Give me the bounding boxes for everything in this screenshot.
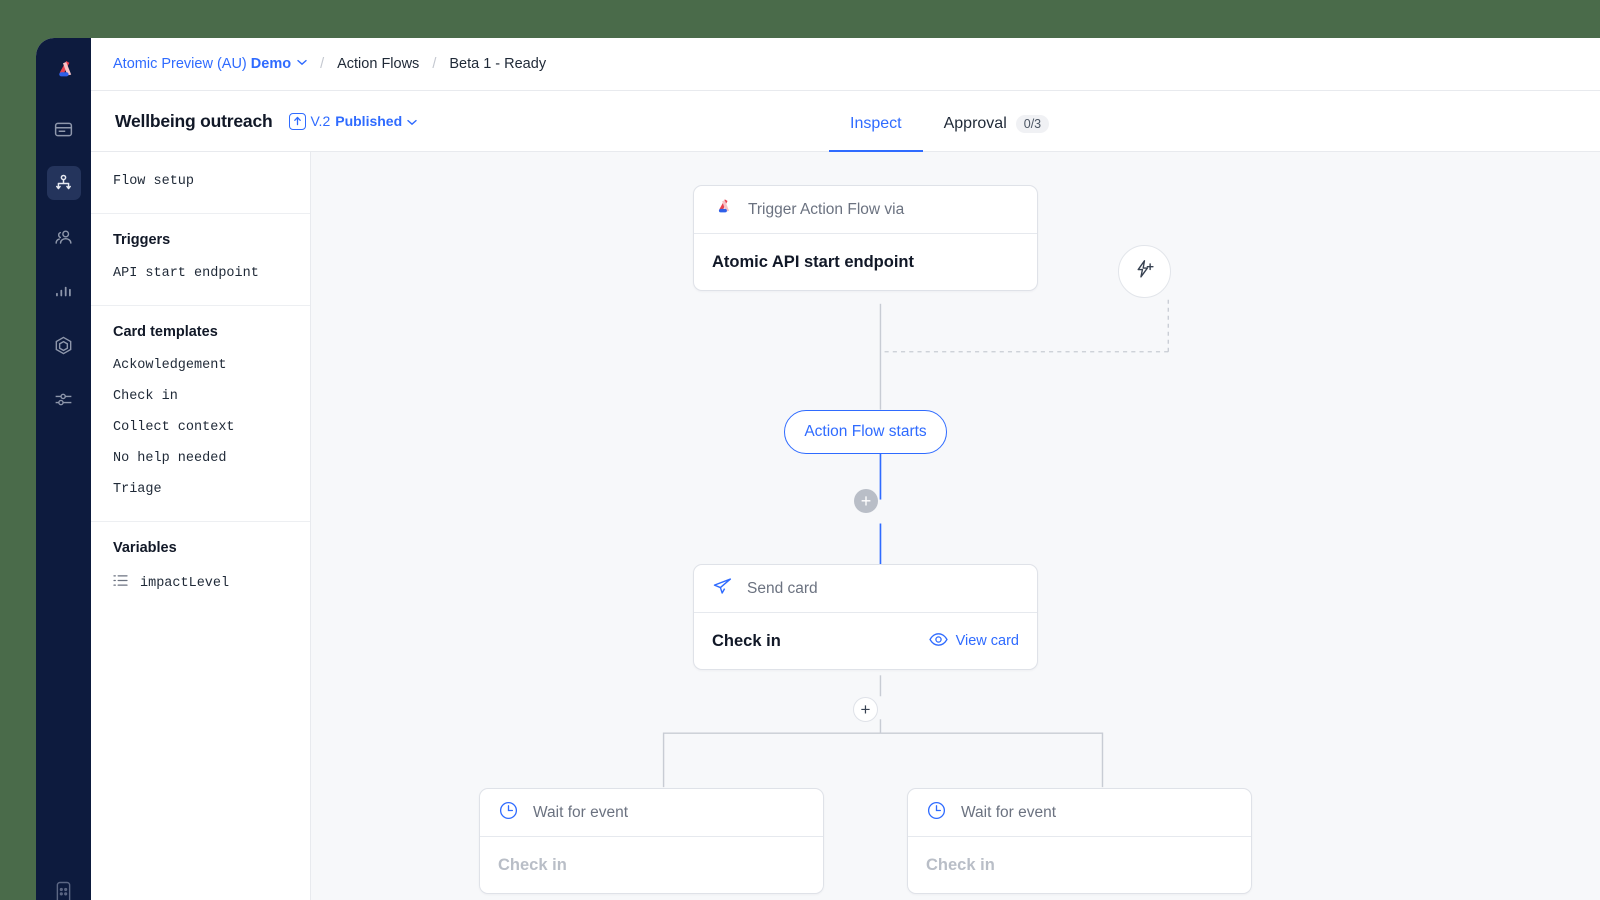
bolt-plus-icon <box>1133 258 1157 285</box>
tab-approval[interactable]: Approval 0/3 <box>923 91 1071 151</box>
approval-count-badge: 0/3 <box>1015 114 1050 134</box>
breadcrumb-org[interactable]: Atomic Preview (AU) <box>113 56 247 72</box>
sidebar-item-analytics[interactable] <box>47 274 81 308</box>
sidebar-item-api-start-endpoint[interactable]: API start endpoint <box>91 258 310 289</box>
node-action-flow-starts[interactable]: Action Flow starts <box>784 410 947 454</box>
plus-icon: + <box>860 491 872 511</box>
node-wait-right-title: Check in <box>926 855 995 874</box>
sidebar-group-variables: Variables impactLevel <box>91 522 310 616</box>
sidebar-item-integrations[interactable] <box>47 328 81 362</box>
sidebar-item-impactlevel[interactable]: impactLevel <box>91 566 310 600</box>
sidebar-item-action-flows[interactable] <box>46 166 81 200</box>
send-icon <box>712 576 733 602</box>
sidebar-item-settings[interactable] <box>47 382 81 416</box>
content-row: Flow setup Triggers API start endpoint C… <box>91 152 1600 900</box>
chevron-down-icon[interactable] <box>297 54 307 70</box>
flow-canvas[interactable]: Trigger Action Flow via Atomic API start… <box>311 152 1600 900</box>
eye-icon <box>928 632 948 651</box>
nav-rail <box>36 38 91 900</box>
view-card-label: View card <box>955 633 1019 649</box>
version-label: V.2 <box>310 113 331 129</box>
node-wait-left-title: Check in <box>498 855 567 874</box>
sidebar-item-check-in[interactable]: Check in <box>91 381 310 412</box>
flow-sidebar: Flow setup Triggers API start endpoint C… <box>91 152 311 900</box>
node-send-card-body: Check in View card <box>694 613 1037 669</box>
breadcrumb-separator-1: / <box>320 56 325 72</box>
sidebar-item-people[interactable] <box>47 220 81 254</box>
page-title: Wellbeing outreach <box>115 110 273 131</box>
sidebar-item-collect-context[interactable]: Collect context <box>91 412 310 443</box>
sidebar-heading-card-templates: Card templates <box>113 324 218 340</box>
node-send-card[interactable]: Send card Check in View card <box>693 564 1038 670</box>
tab-approval-label: Approval <box>943 115 1007 132</box>
node-wait-right-header: Wait for event <box>908 789 1251 837</box>
node-send-card-head-label: Send card <box>747 579 818 597</box>
sidebar-item-cards[interactable] <box>47 112 81 146</box>
plus-icon: + <box>860 700 871 719</box>
breadcrumb-separator-2: / <box>432 56 437 72</box>
atomic-logo-icon <box>712 196 734 223</box>
version-selector[interactable]: V.2 Published <box>288 112 418 130</box>
main-column: Atomic Preview (AU) Demo / Action Flows … <box>91 38 1600 900</box>
node-trigger-head-label: Trigger Action Flow via <box>748 200 905 218</box>
sidebar-group-triggers: Triggers API start endpoint <box>91 214 310 306</box>
start-pill-label: Action Flow starts <box>804 423 927 440</box>
node-send-card-title: Check in <box>712 631 781 650</box>
app-window: Atomic Preview (AU) Demo / Action Flows … <box>36 38 1600 900</box>
sidebar-heading-variables: Variables <box>113 540 177 556</box>
tab-inspect[interactable]: Inspect <box>829 91 923 152</box>
sidebar-group-card-templates: Card templates Ackowledgement Check in C… <box>91 306 310 522</box>
node-wait-for-event-left[interactable]: Wait for event Check in <box>479 788 824 894</box>
node-trigger[interactable]: Trigger Action Flow via Atomic API start… <box>693 185 1038 291</box>
atomic-logo[interactable] <box>48 54 80 86</box>
add-trigger-button[interactable] <box>1118 245 1171 298</box>
title-bar: Wellbeing outreach V.2 Published Inspect <box>91 91 1600 152</box>
breadcrumb-org-strong[interactable]: Demo <box>251 56 291 72</box>
sidebar-group-flow-setup: Flow setup <box>91 152 310 214</box>
breadcrumb-current: Beta 1 - Ready <box>449 56 547 72</box>
sidebar-item-ackowledgement[interactable]: Ackowledgement <box>91 350 310 381</box>
variable-name: impactLevel <box>140 575 230 591</box>
node-trigger-body: Atomic API start endpoint <box>694 234 1037 290</box>
clock-icon <box>498 800 519 826</box>
tab-inspect-label: Inspect <box>850 115 902 132</box>
version-state: Published <box>335 113 403 129</box>
add-step-button-top[interactable]: + <box>854 489 878 513</box>
tab-bar: Inspect Approval 0/3 <box>829 91 1071 152</box>
node-wait-left-body: Check in <box>480 837 823 893</box>
clock-icon <box>926 800 947 826</box>
node-send-card-header: Send card <box>694 565 1037 613</box>
sidebar-item-flow-setup[interactable]: Flow setup <box>91 166 310 197</box>
view-card-button[interactable]: View card <box>928 632 1019 651</box>
node-trigger-header: Trigger Action Flow via <box>694 186 1037 234</box>
sidebar-item-no-help-needed[interactable]: No help needed <box>91 443 310 474</box>
node-wait-left-head-label: Wait for event <box>533 803 629 821</box>
chevron-down-icon <box>407 113 417 129</box>
publish-icon <box>288 112 306 130</box>
node-wait-left-header: Wait for event <box>480 789 823 837</box>
add-step-button-branch[interactable]: + <box>853 697 878 722</box>
device-icon[interactable] <box>47 876 81 900</box>
node-wait-right-body: Check in <box>908 837 1251 893</box>
breadcrumb-section[interactable]: Action Flows <box>337 56 419 72</box>
node-wait-for-event-right[interactable]: Wait for event Check in <box>907 788 1252 894</box>
list-icon <box>113 574 128 592</box>
sidebar-item-triage[interactable]: Triage <box>91 474 310 505</box>
sidebar-heading-triggers: Triggers <box>113 232 171 248</box>
breadcrumb: Atomic Preview (AU) Demo / Action Flows … <box>91 38 1600 91</box>
node-wait-right-head-label: Wait for event <box>961 803 1057 821</box>
node-trigger-title: Atomic API start endpoint <box>712 252 914 271</box>
